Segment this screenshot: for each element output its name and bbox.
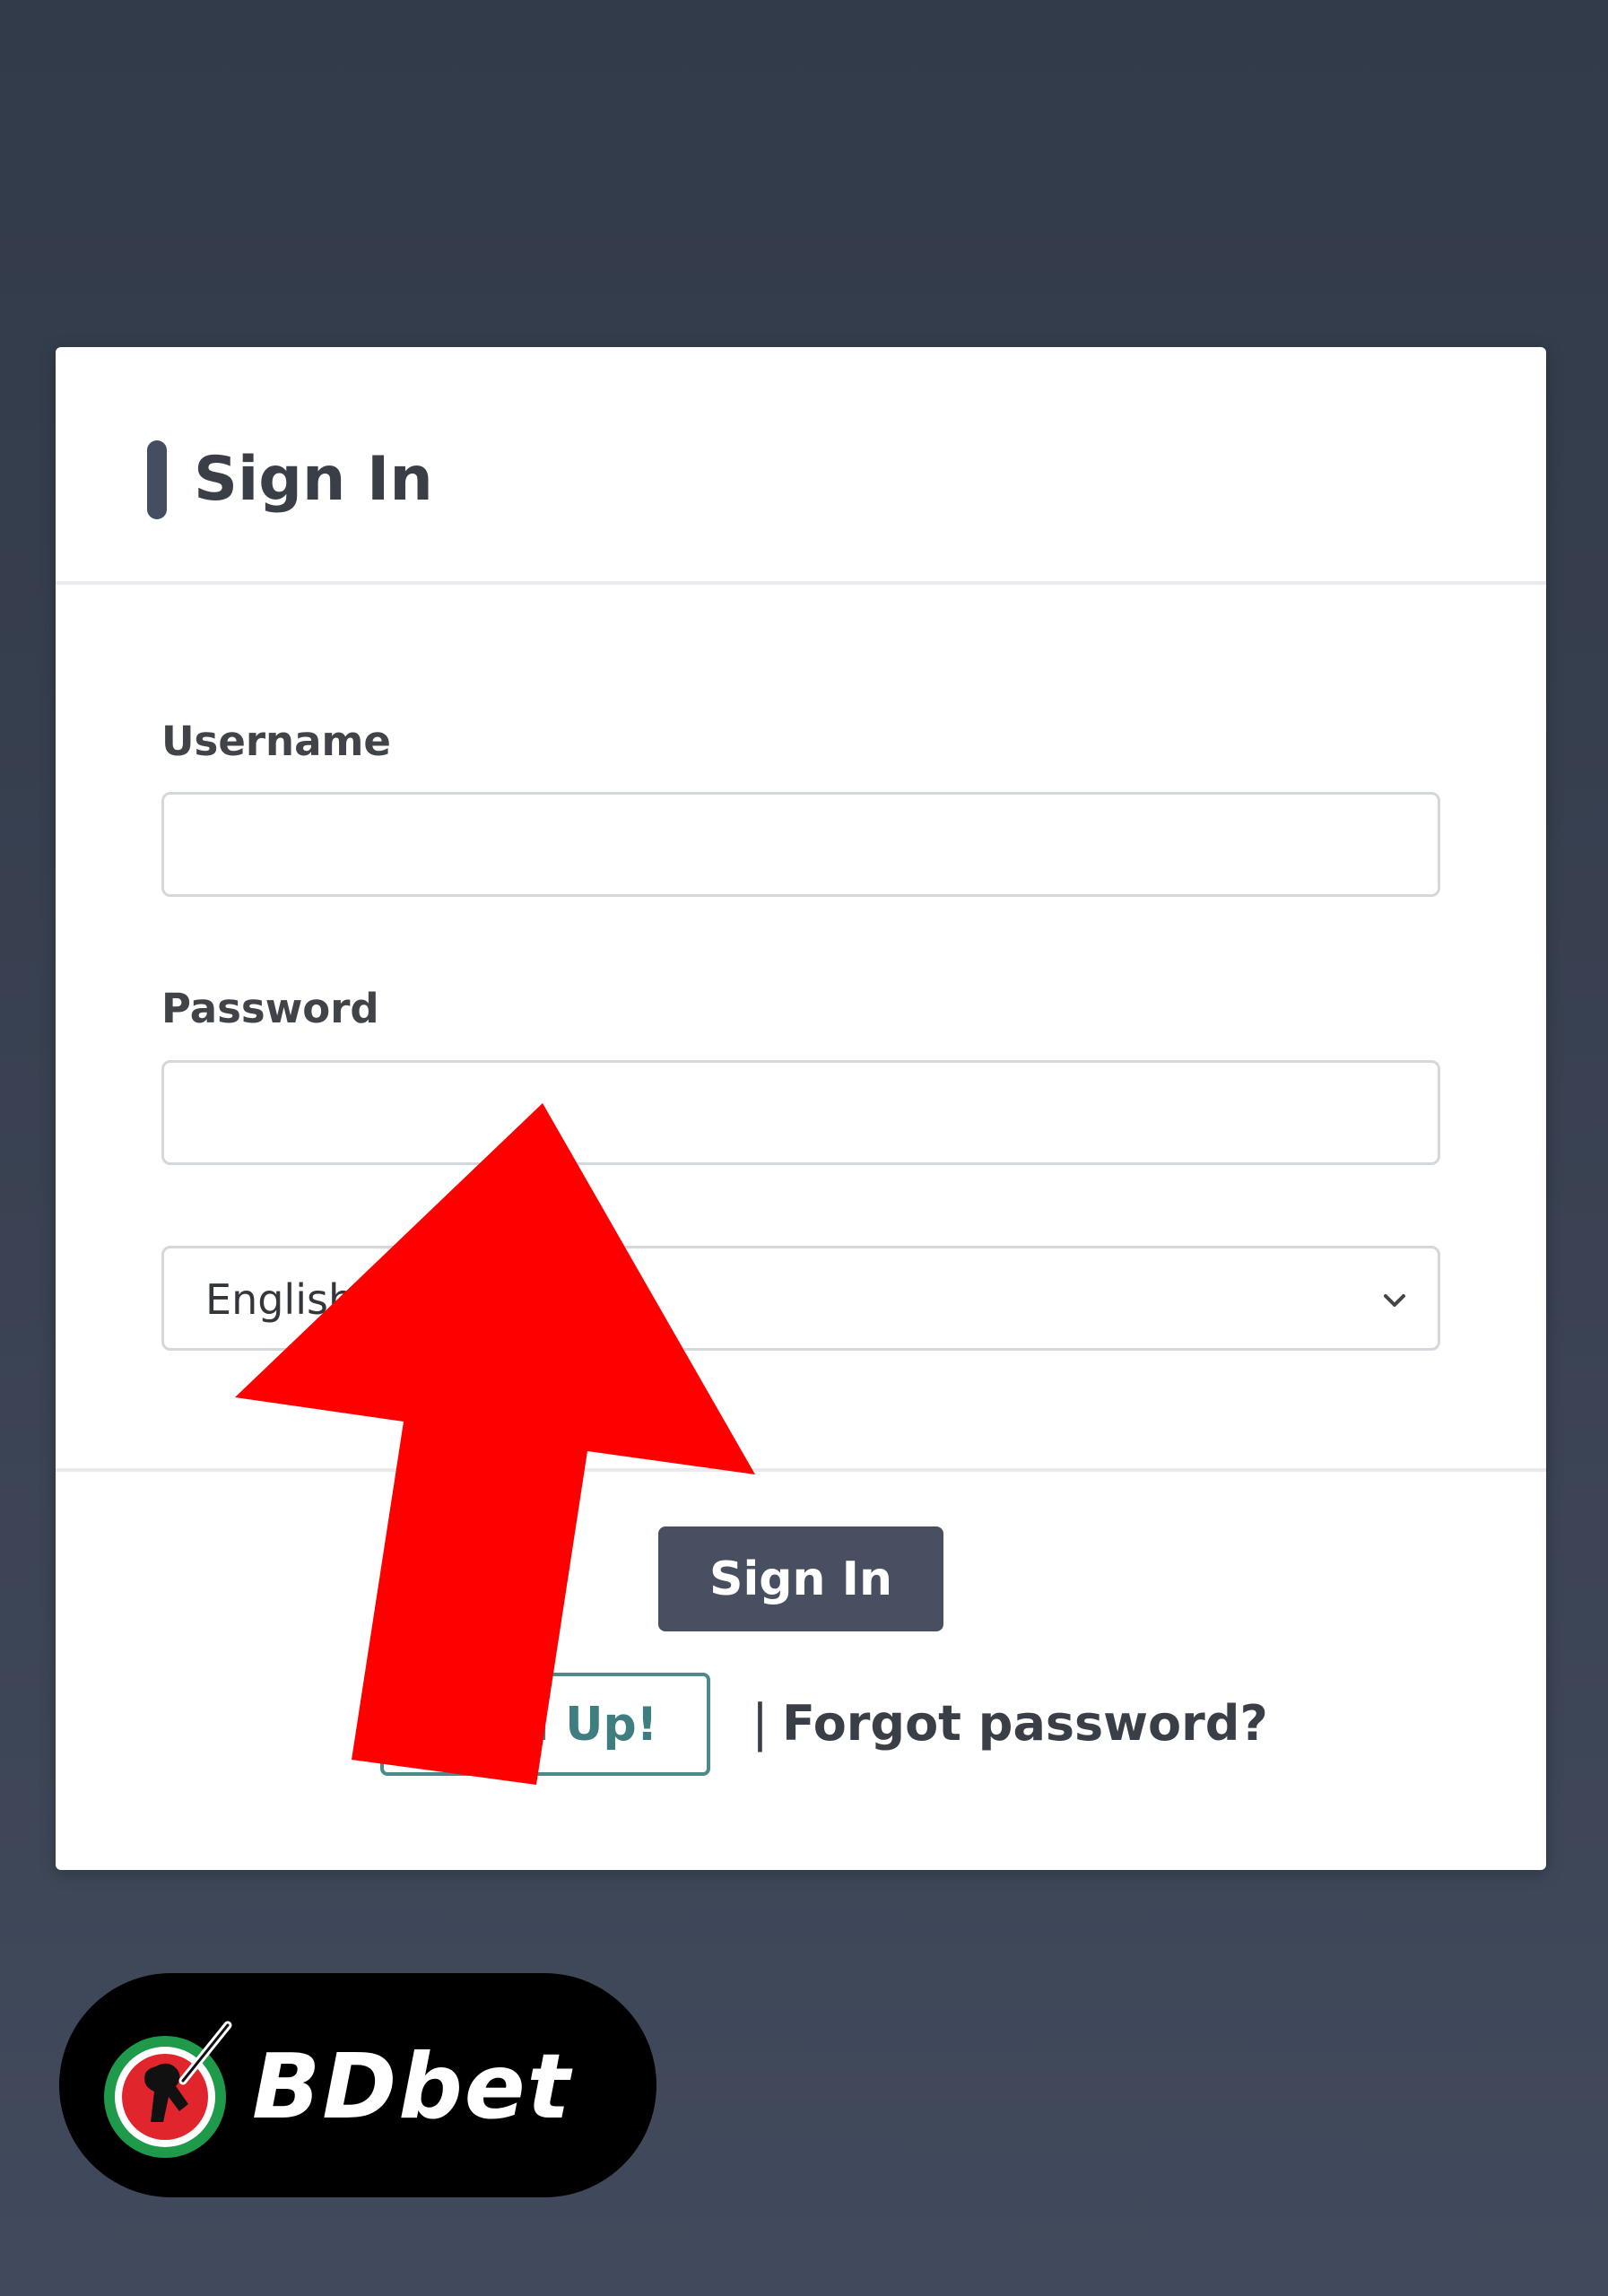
- password-label: Password: [161, 985, 379, 1032]
- login-card: Sign In Username Password English Sign I…: [56, 347, 1546, 1870]
- username-label: Username: [161, 718, 391, 765]
- language-select[interactable]: English: [161, 1246, 1440, 1351]
- username-input[interactable]: [161, 792, 1440, 897]
- footer-divider: [56, 1468, 1546, 1472]
- title-accent-bar: [147, 440, 167, 519]
- cricket-batsman-icon: [104, 2021, 232, 2158]
- link-separator: |: [752, 1694, 769, 1752]
- chevron-down-icon: [1384, 1294, 1405, 1307]
- brand-logo: BDbet: [59, 1973, 656, 2197]
- sign-up-button[interactable]: Sign Up!: [380, 1673, 710, 1776]
- card-header: Sign In: [56, 347, 1546, 585]
- sign-in-button[interactable]: Sign In: [658, 1526, 943, 1631]
- forgot-password-link[interactable]: Forgot password?: [782, 1692, 1268, 1755]
- page-title: Sign In: [194, 444, 433, 515]
- brand-logo-text: BDbet: [252, 2034, 572, 2139]
- language-select-value: English: [205, 1275, 355, 1324]
- password-input[interactable]: [161, 1060, 1440, 1165]
